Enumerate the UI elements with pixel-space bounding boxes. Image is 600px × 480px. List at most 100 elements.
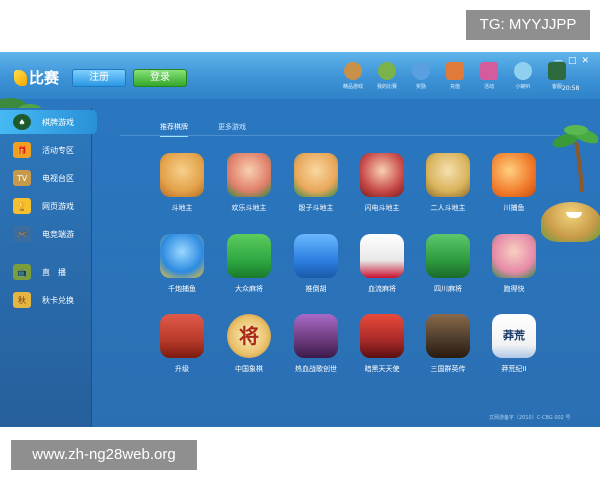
treasure-icon	[344, 62, 362, 80]
game-label: 千炮捕鱼	[168, 285, 196, 293]
game-label: 跑得快	[503, 285, 525, 293]
game-icon	[426, 234, 470, 278]
game-label: 四川麻将	[434, 285, 462, 293]
app-window: 比赛 注册 登录 精品游戏 我的比赛 奖励 充值 活动 小喇叭 客服 — □ ✕…	[0, 52, 600, 427]
sidebar-item-label: 活动专区	[42, 145, 74, 155]
character-icon	[378, 62, 396, 80]
trophy-icon: 🏆	[13, 198, 31, 214]
sidebar: ♠ 棋牌游戏 🎁 活动专区 TV 电视台区 🏆 网页游戏 🎮 电竞端游 📺 直 …	[0, 108, 97, 427]
sidebar-item-label: 电视台区	[42, 173, 74, 183]
game-tile[interactable]: 川捕鱼	[484, 153, 544, 213]
game-tile[interactable]: 骰子斗地主	[286, 153, 346, 213]
game-icon	[426, 314, 470, 358]
maximize-icon[interactable]: □	[568, 56, 577, 66]
close-icon[interactable]: ✕	[582, 56, 590, 66]
topnav-item-activity[interactable]: 活动	[472, 62, 506, 90]
sidebar-item-activities[interactable]: 🎁 活动专区	[0, 138, 92, 162]
gift-icon: 🎁	[13, 142, 31, 158]
game-tile[interactable]: 三国群英传	[418, 314, 478, 374]
sidebar-item-label: 棋牌游戏	[42, 117, 74, 127]
game-tile[interactable]: 将 中国象棋	[219, 314, 279, 374]
game-tile[interactable]: 暗黑天天使	[352, 314, 412, 374]
game-label: 二人斗地主	[430, 204, 466, 212]
sidebar-item-tv[interactable]: TV 电视台区	[0, 166, 92, 190]
topnav-label: 我的比赛	[376, 84, 397, 90]
sidebar-item-live[interactable]: 📺 直 播	[0, 260, 92, 284]
game-icon	[360, 314, 404, 358]
game-icon	[160, 153, 204, 197]
game-icon	[492, 234, 536, 278]
sidebar-item-card-games[interactable]: ♠ 棋牌游戏	[0, 110, 97, 134]
game-tile[interactable]: 闪电斗地主	[352, 153, 412, 213]
game-label: 骰子斗地主	[298, 204, 334, 212]
gamepad-icon: 🎮	[13, 226, 31, 242]
topnav-item-my-match[interactable]: 我的比赛	[370, 62, 404, 90]
bird2-icon	[514, 62, 532, 80]
game-label: 三国群英传	[430, 365, 466, 373]
gift-icon	[480, 62, 498, 80]
game-label: 欢乐斗地主	[231, 204, 267, 212]
tv-live-icon: 📺	[13, 264, 31, 280]
game-label: 升级	[175, 365, 189, 373]
clock-text: 20:58	[562, 85, 580, 92]
tv-icon: TV	[13, 170, 31, 186]
game-label: 中国象棋	[235, 365, 263, 373]
sidebar-item-web-games[interactable]: 🏆 网页游戏	[0, 194, 92, 218]
game-tile[interactable]: 推倒胡	[286, 234, 346, 294]
topnav-label: 小喇叭	[515, 84, 531, 90]
game-tile[interactable]: 斗地主	[152, 153, 212, 213]
game-label: 莽荒纪II	[501, 365, 527, 373]
sidebar-item-esports[interactable]: 🎮 电竞端游	[0, 222, 92, 246]
topnav-item-featured[interactable]: 精品游戏	[336, 62, 370, 90]
game-label: 热血战歌创世	[295, 365, 337, 373]
game-label: 大众麻将	[235, 285, 263, 293]
topnav-item-recharge[interactable]: 充值	[438, 62, 472, 90]
game-tile[interactable]: 热血战歌创世	[286, 314, 346, 374]
game-tile[interactable]: 二人斗地主	[418, 153, 478, 213]
chess-piece-icon: 将	[227, 314, 271, 358]
game-tile[interactable]: 千炮捕鱼	[152, 234, 212, 294]
game-tile[interactable]: 大众麻将	[219, 234, 279, 294]
game-icon	[294, 153, 338, 197]
topnav-label: 精品游戏	[342, 84, 363, 90]
game-tile[interactable]: 四川麻将	[418, 234, 478, 294]
game-label: 斗地主	[171, 204, 193, 212]
logo-text: 比赛	[29, 69, 60, 87]
top-nav: 精品游戏 我的比赛 奖励 充值 活动 小喇叭 客服	[336, 62, 574, 90]
login-button[interactable]: 登录	[133, 69, 187, 87]
game-label: 川捕鱼	[503, 204, 525, 212]
sidebar-item-label: 电竞端游	[42, 229, 74, 239]
sidebar-item-card-exchange[interactable]: 秋 秋卡兑换	[0, 288, 92, 312]
game-icon	[227, 234, 271, 278]
game-tile[interactable]: 跑得快	[484, 234, 544, 294]
game-tile[interactable]: 血流麻将	[352, 234, 412, 294]
game-tile[interactable]: 升级	[152, 314, 212, 374]
game-icon	[160, 314, 204, 358]
title-bar: 比赛 注册 登录 精品游戏 我的比赛 奖励 充值 活动 小喇叭 客服 — □ ✕…	[0, 52, 600, 112]
tg-badge: TG: MYYJJPP	[466, 10, 590, 40]
game-label: 闪电斗地主	[364, 204, 400, 212]
topnav-item-speaker[interactable]: 小喇叭	[506, 62, 540, 90]
spade-icon: ♠	[13, 114, 31, 130]
game-icon	[227, 153, 271, 197]
palm-tree-icon	[552, 125, 598, 192]
topnav-label: 活动	[483, 84, 494, 90]
game-icon	[160, 234, 204, 278]
card-icon: 秋	[13, 292, 31, 308]
island-decoration	[541, 202, 600, 242]
license-footer: 文网游备字〔2010〕C-CBG 002 号	[489, 415, 571, 421]
sidebar-item-label: 秋卡兑换	[42, 295, 74, 305]
tab-divider	[120, 135, 560, 136]
game-tile[interactable]: 欢乐斗地主	[219, 153, 279, 213]
game-label: 推倒胡	[305, 285, 327, 293]
minimize-icon[interactable]: —	[554, 56, 563, 66]
topnav-label: 奖励	[415, 84, 426, 90]
game-icon	[294, 234, 338, 278]
register-button[interactable]: 注册	[72, 69, 126, 87]
game-label: 血流麻将	[368, 285, 396, 293]
game-icon	[492, 153, 536, 197]
game-tile[interactable]: 莽荒 莽荒纪II	[484, 314, 544, 374]
topnav-item-reward[interactable]: 奖励	[404, 62, 438, 90]
game-label: 暗黑天天使	[364, 365, 400, 373]
bag-icon	[446, 62, 464, 80]
